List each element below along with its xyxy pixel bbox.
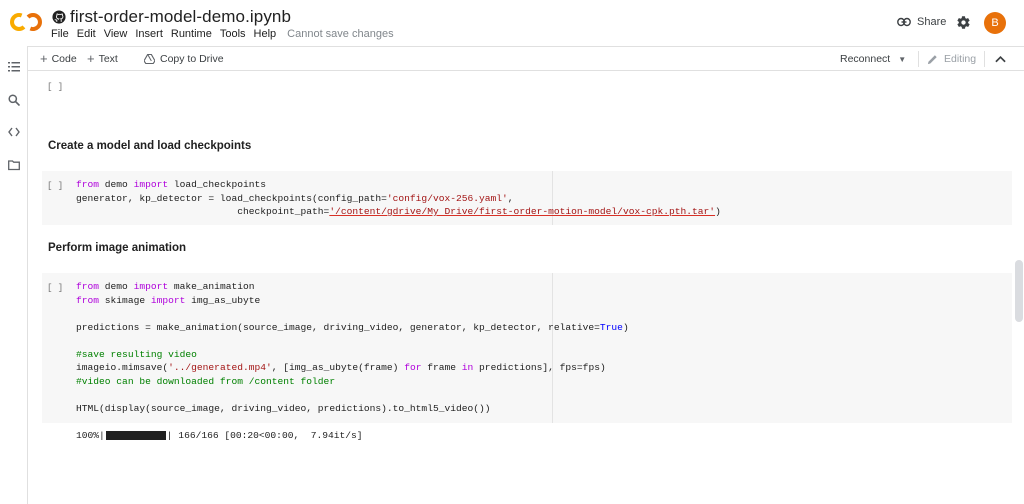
scrollbar-thumb[interactable] xyxy=(1015,260,1023,322)
notebook-title[interactable]: first-order-model-demo.ipynb xyxy=(70,7,291,27)
github-icon xyxy=(52,10,66,24)
avatar[interactable]: B xyxy=(984,12,1006,34)
code-cell[interactable]: [ ] from demo import load_checkpoints ge… xyxy=(42,171,1012,225)
drive-icon xyxy=(144,54,155,64)
menu-insert[interactable]: Insert xyxy=(135,28,163,40)
search-icon[interactable] xyxy=(8,94,20,106)
menu-file[interactable]: File xyxy=(51,28,69,40)
colab-logo xyxy=(10,12,42,31)
code-editor[interactable]: from demo import make_animation from ski… xyxy=(76,280,629,415)
link-icon xyxy=(897,17,911,27)
menu-tools[interactable]: Tools xyxy=(220,28,246,40)
menu-bar: File Edit View Insert Runtime Tools Help… xyxy=(51,28,394,40)
run-cell-button[interactable]: [ ] xyxy=(47,82,63,92)
copy-to-drive-label: Copy to Drive xyxy=(160,53,224,65)
menu-edit[interactable]: Edit xyxy=(77,28,96,40)
editing-label: Editing xyxy=(944,53,977,65)
add-code-button[interactable]: + Code xyxy=(40,51,77,66)
menu-runtime[interactable]: Runtime xyxy=(171,28,212,40)
reconnect-button[interactable]: Reconnect ▼ xyxy=(840,53,906,65)
add-text-label: Text xyxy=(98,53,118,65)
chevron-up-icon[interactable] xyxy=(995,55,1006,63)
progress-percent: 100%| xyxy=(76,430,105,441)
progress-status: | 166/166 [00:20<00:00, 7.94it/s] xyxy=(166,430,363,441)
share-label: Share xyxy=(917,16,947,28)
progress-bar xyxy=(105,431,166,440)
editing-mode-button[interactable]: Editing xyxy=(927,53,976,65)
menu-view[interactable]: View xyxy=(104,28,128,40)
reconnect-label: Reconnect xyxy=(840,53,891,65)
section-heading: Create a model and load checkpoints xyxy=(48,140,252,152)
run-cell-button[interactable]: [ ] xyxy=(47,283,63,293)
section-heading: Perform image animation xyxy=(48,242,187,254)
code-editor[interactable]: from demo import load_checkpoints genera… xyxy=(76,178,721,219)
run-cell-button[interactable]: [ ] xyxy=(47,181,63,191)
save-status-text: Cannot save changes xyxy=(287,28,394,40)
folder-icon[interactable] xyxy=(8,159,20,171)
pencil-icon xyxy=(927,54,937,64)
cell-output: 100%| | 166/166 [00:20<00:00, 7.94it/s] xyxy=(76,430,363,441)
add-code-label: Code xyxy=(51,53,77,65)
caret-down-icon[interactable]: ▼ xyxy=(898,55,906,64)
plus-icon: + xyxy=(40,51,48,66)
app-header: first-order-model-demo.ipynb File Edit V… xyxy=(0,0,1024,46)
gear-icon[interactable] xyxy=(956,15,971,30)
menu-help[interactable]: Help xyxy=(254,28,277,40)
plus-icon: + xyxy=(87,51,95,66)
left-side-rail xyxy=(0,46,28,504)
add-text-button[interactable]: + Text xyxy=(87,51,118,66)
toolbar-divider xyxy=(918,51,919,67)
copy-to-drive-button[interactable]: Copy to Drive xyxy=(144,53,224,65)
toc-icon[interactable] xyxy=(8,61,20,73)
toolbar-divider xyxy=(984,51,985,67)
notebook-toolbar: + Code + Text Copy to Drive Reconnect ▼ … xyxy=(28,46,1024,71)
share-button[interactable]: Share xyxy=(897,16,946,28)
code-snippets-icon[interactable] xyxy=(8,126,20,138)
code-cell[interactable]: [ ] from demo import make_animation from… xyxy=(42,273,1012,423)
